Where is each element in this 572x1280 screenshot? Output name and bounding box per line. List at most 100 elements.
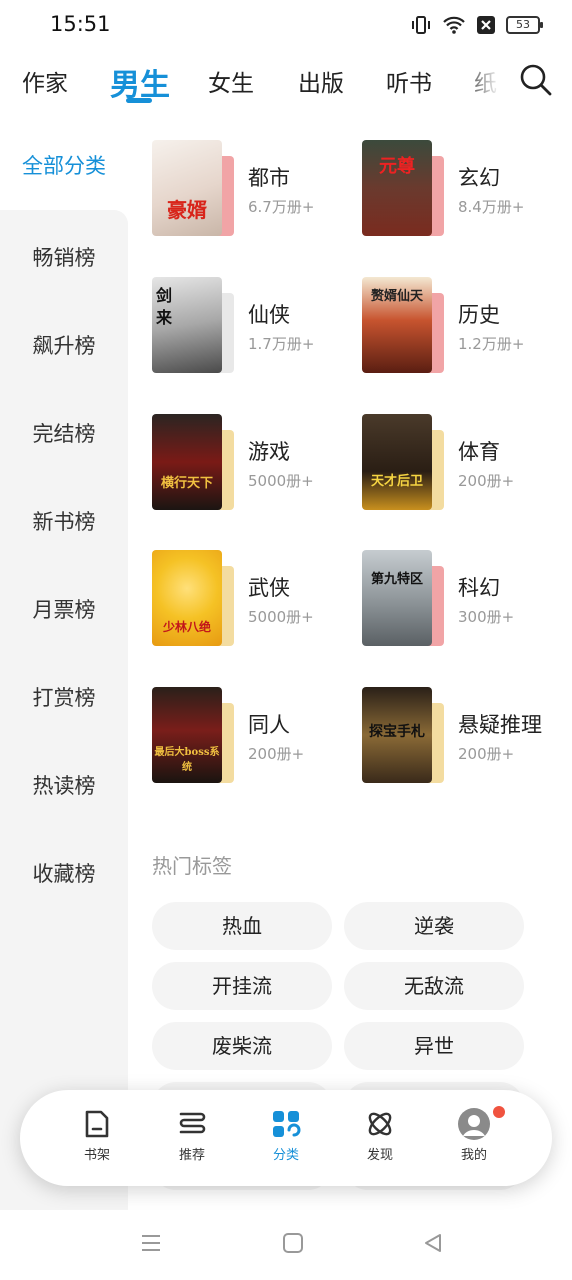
status-icons: 53 bbox=[410, 14, 543, 36]
ranking-sidebar: 畅销榜 飙升榜 完结榜 新书榜 月票榜 打赏榜 热读榜 收藏榜 bbox=[0, 210, 128, 1210]
tab-publishing[interactable]: 出版 bbox=[298, 64, 344, 98]
category-xianxia[interactable]: 剑来 仙侠 1.7万册+ bbox=[152, 277, 352, 377]
category-wuxia[interactable]: 少林八绝 武侠 5000册+ bbox=[152, 550, 352, 650]
sidebar-item-bestseller[interactable]: 畅销榜 bbox=[0, 242, 128, 272]
wifi-icon bbox=[443, 16, 465, 34]
discover-icon bbox=[368, 1112, 392, 1136]
category-name: 同人 bbox=[248, 713, 290, 737]
system-navigation-bar bbox=[0, 1210, 572, 1280]
book-cover-image: 探宝手札 bbox=[362, 687, 432, 783]
category-name: 武侠 bbox=[248, 576, 290, 600]
book-cover-image: 赘婿仙天 bbox=[362, 277, 432, 373]
category-count: 1.2万册+ bbox=[458, 335, 525, 353]
nav-category[interactable]: 分类 bbox=[256, 1108, 316, 1163]
app-screen: 15:51 53 作家 男生 女生 出版 听书 纸 bbox=[0, 0, 572, 1280]
cover-title: 天才后卫 bbox=[370, 474, 423, 489]
cover-title: 探宝手札 bbox=[369, 724, 425, 740]
category-count: 5000册+ bbox=[248, 608, 314, 626]
nav-label: 分类 bbox=[272, 1148, 299, 1163]
sidebar-item-favorites[interactable]: 收藏榜 bbox=[0, 858, 128, 888]
hot-tags-title: 热门标签 bbox=[152, 854, 232, 878]
cover-title: 赘婿仙天 bbox=[370, 289, 423, 304]
sidebar-item-rising[interactable]: 飙升榜 bbox=[0, 330, 128, 360]
menu-icon[interactable] bbox=[140, 1232, 162, 1254]
bookshelf-icon bbox=[85, 1110, 109, 1138]
tab-writer[interactable]: 作家 bbox=[22, 64, 68, 98]
book-cover-image: 豪婿 bbox=[152, 140, 222, 236]
category-scifi[interactable]: 第九特区 科幻 300册+ bbox=[362, 550, 562, 650]
category-fanfic[interactable]: 最后大boss系统 同人 200册+ bbox=[152, 687, 352, 787]
category-sports[interactable]: 天才后卫 体育 200册+ bbox=[362, 414, 562, 514]
category-name: 都市 bbox=[248, 166, 290, 190]
category-name: 体育 bbox=[458, 440, 500, 464]
tag-otherworld[interactable]: 异世 bbox=[344, 1022, 524, 1070]
back-icon[interactable] bbox=[422, 1232, 444, 1254]
category-count: 200册+ bbox=[458, 472, 515, 490]
category-name: 玄幻 bbox=[458, 166, 500, 190]
cover-title: 少林八绝 bbox=[162, 620, 211, 634]
sidebar-item-hot-reads[interactable]: 热读榜 bbox=[0, 770, 128, 800]
nav-label: 发现 bbox=[366, 1148, 393, 1163]
bottom-navigation: 书架 推荐 分类 发现 我的 bbox=[20, 1090, 552, 1186]
home-icon[interactable] bbox=[282, 1232, 304, 1254]
cover-title: 第九特区 bbox=[370, 572, 423, 587]
cover-title: 最后大boss系统 bbox=[154, 747, 220, 773]
tab-fade bbox=[460, 58, 510, 106]
category-name: 游戏 bbox=[248, 440, 290, 464]
nav-bookshelf[interactable]: 书架 bbox=[67, 1108, 127, 1163]
status-bar: 15:51 53 bbox=[0, 0, 572, 50]
book-cover-image: 横行天下 bbox=[152, 414, 222, 510]
category-icon bbox=[273, 1111, 301, 1137]
cover-title: 剑来 bbox=[155, 286, 172, 327]
category-count: 200册+ bbox=[458, 745, 515, 763]
sidebar-item-completed[interactable]: 完结榜 bbox=[0, 418, 128, 448]
nav-label: 推荐 bbox=[178, 1148, 205, 1163]
nav-label: 书架 bbox=[83, 1148, 110, 1163]
sidebar-item-new[interactable]: 新书榜 bbox=[0, 506, 128, 536]
nav-recommend[interactable]: 推荐 bbox=[162, 1108, 222, 1163]
cover-title: 元尊 bbox=[379, 156, 415, 177]
tab-female[interactable]: 女生 bbox=[208, 64, 254, 98]
avatar-icon bbox=[458, 1108, 490, 1140]
category-fantasy[interactable]: 元尊 玄幻 8.4万册+ bbox=[362, 140, 562, 240]
category-name: 科幻 bbox=[458, 576, 500, 600]
tag-underdog[interactable]: 废柴流 bbox=[152, 1022, 332, 1070]
category-count: 300册+ bbox=[458, 608, 515, 626]
category-history[interactable]: 赘婿仙天 历史 1.2万册+ bbox=[362, 277, 562, 377]
category-name: 历史 bbox=[458, 303, 500, 327]
sidebar-item-all-categories[interactable]: 全部分类 bbox=[0, 150, 128, 180]
category-name: 悬疑推理 bbox=[458, 713, 542, 737]
channel-tabs: 作家 男生 女生 出版 听书 纸 bbox=[0, 58, 572, 106]
no-sim-icon bbox=[477, 16, 495, 34]
book-cover-image: 天才后卫 bbox=[362, 414, 432, 510]
nav-label: 我的 bbox=[460, 1148, 487, 1163]
notification-dot bbox=[493, 1106, 505, 1118]
vibrate-icon bbox=[412, 16, 430, 34]
sidebar-item-monthly-votes[interactable]: 月票榜 bbox=[0, 594, 128, 624]
category-name: 仙侠 bbox=[248, 303, 290, 327]
book-cover-image: 元尊 bbox=[362, 140, 432, 236]
category-count: 8.4万册+ bbox=[458, 198, 525, 216]
book-cover-image: 剑来 bbox=[152, 277, 222, 373]
recommend-icon bbox=[179, 1112, 206, 1134]
active-tab-indicator bbox=[126, 98, 152, 103]
category-urban[interactable]: 豪婿 都市 6.7万册+ bbox=[152, 140, 352, 240]
sidebar-item-tips[interactable]: 打赏榜 bbox=[0, 682, 128, 712]
nav-discover[interactable]: 发现 bbox=[350, 1108, 410, 1163]
search-icon[interactable] bbox=[518, 62, 554, 98]
book-cover-image: 最后大boss系统 bbox=[152, 687, 222, 783]
tag-invincible[interactable]: 无敌流 bbox=[344, 962, 524, 1010]
tag-cheat[interactable]: 开挂流 bbox=[152, 962, 332, 1010]
tag-counterattack[interactable]: 逆袭 bbox=[344, 902, 524, 950]
category-count: 5000册+ bbox=[248, 472, 314, 490]
cover-title: 横行天下 bbox=[160, 476, 213, 491]
book-cover-image: 少林八绝 bbox=[152, 550, 222, 646]
category-mystery[interactable]: 探宝手札 悬疑推理 200册+ bbox=[362, 687, 562, 787]
tab-audiobook[interactable]: 听书 bbox=[386, 64, 432, 98]
battery-icon: 53 bbox=[506, 16, 543, 34]
category-count: 1.7万册+ bbox=[248, 335, 315, 353]
book-cover-image: 第九特区 bbox=[362, 550, 432, 646]
category-games[interactable]: 横行天下 游戏 5000册+ bbox=[152, 414, 352, 514]
tag-hot-blood[interactable]: 热血 bbox=[152, 902, 332, 950]
status-time: 15:51 bbox=[50, 12, 111, 36]
